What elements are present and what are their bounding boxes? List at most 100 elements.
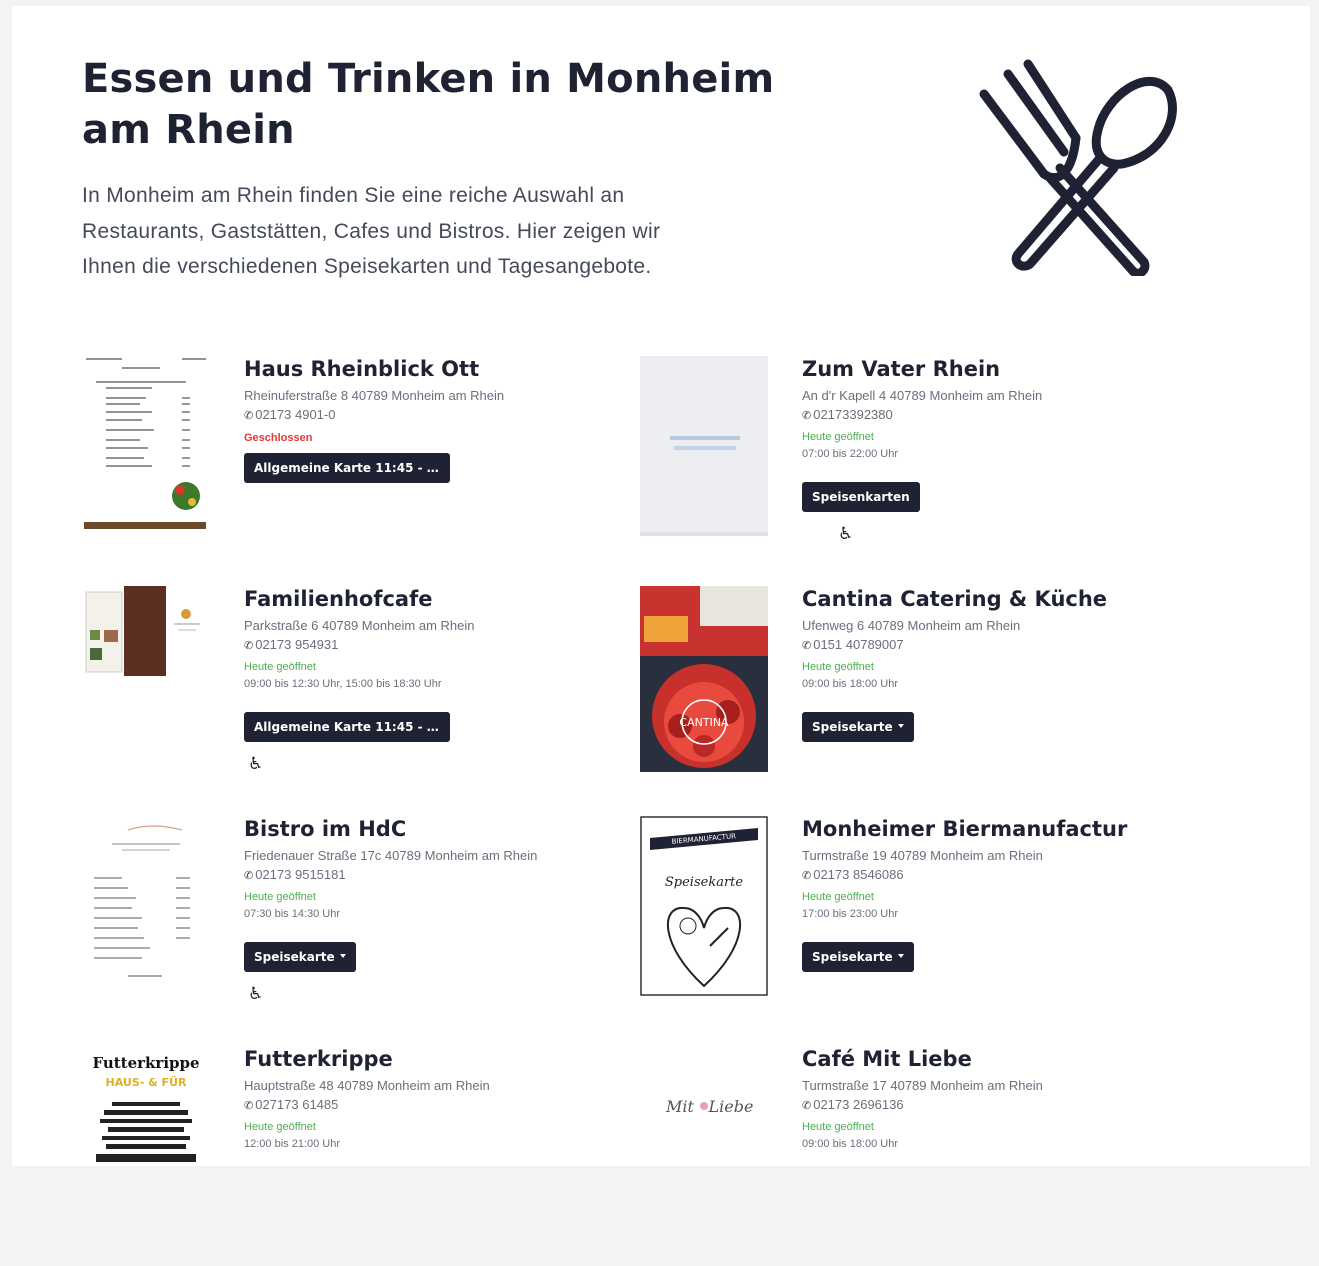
restaurant-name[interactable]: Familienhofcafe [244,586,624,612]
chevron-down-icon [897,724,904,728]
page: Essen und Trinken in Monheim am Rhein In… [12,6,1310,1166]
restaurant-name[interactable]: Café Mit Liebe [802,1046,1182,1072]
menu-dropdown-label: Speisekarte [812,950,893,964]
restaurant-name[interactable]: Cantina Catering & Küche [802,586,1182,612]
wheelchair-icon: ♿ [248,984,264,1004]
opening-hours: 07:30 bis 14:30 Uhr [244,908,341,920]
restaurant-card: Familienhofcafe Parkstraße 6 40789 Monhe… [82,586,622,806]
menu-thumbnail[interactable] [82,586,210,766]
restaurant-card: Futterkrippe HAUS- & FÜR Futterkrippe Ha… [82,1046,622,1266]
restaurant-phone[interactable]: ✆ 02173392380 [802,405,1182,426]
menu-dropdown-button[interactable]: Speisekarte [244,942,356,972]
restaurant-phone[interactable]: ✆ 02173 4901-0 [244,405,624,426]
menu-dropdown-button[interactable]: Speisekarte [802,712,914,742]
restaurant-name[interactable]: Haus Rheinblick Ott [244,356,624,382]
status-open: Heute geöffnet [244,1121,316,1133]
thumb-sub-text: HAUS- & FÜR [106,1075,187,1089]
menu-thumbnail[interactable]: Mit Liebe [640,1046,768,1166]
menu-dropdown-label: Speisekarte [254,950,335,964]
restaurant-phone[interactable]: ✆ 02173 2696136 [802,1095,1182,1116]
menu-button[interactable]: Speisenkarten [802,482,920,512]
phone-number: 02173 954931 [255,637,339,652]
thumb-title-text: Futterkrippe [92,1054,199,1072]
opening-hours: 09:00 bis 12:30 Uhr, 15:00 bis 18:30 Uhr [244,678,442,690]
menu-thumbnail[interactable]: CANTINA [640,586,768,772]
restaurant-address: Parkstraße 6 40789 Monheim am Rhein [244,618,475,633]
phone-icon: ✆ [802,1100,812,1112]
opening-hours: 17:00 bis 23:00 Uhr [802,908,899,920]
status-open: Heute geöffnet [802,1121,874,1133]
restaurant-card: Haus Rheinblick Ott Rheinuferstraße 8 40… [82,356,622,576]
menu-thumbnail[interactable] [640,356,768,536]
intro-line-1: In Monheim am Rhein finden Sie eine reic… [82,184,625,207]
menu-thumbnail[interactable] [82,356,210,536]
opening-hours: 07:00 bis 22:00 Uhr [802,448,899,460]
wheelchair-icon: ♿ [838,524,854,544]
phone-icon: ✆ [244,410,254,422]
phone-icon: ✆ [244,870,254,882]
restaurant-card: Mit Liebe Café Mit Liebe Turmstraße 17 4… [640,1046,1180,1266]
status-closed: Geschlossen [244,432,313,444]
fork-spoon-icon [979,59,1177,276]
restaurant-address: Ufenweg 6 40789 Monheim am Rhein [802,618,1021,633]
intro-line-2: Restaurants, Gaststätten, Cafes und Bist… [82,219,661,243]
menu-button[interactable]: Allgemeine Karte 11:45 - 14... [244,453,450,483]
restaurant-address: Turmstraße 17 40789 Monheim am Rhein [802,1078,1043,1093]
restaurant-phone[interactable]: ✆ 02173 8546086 [802,865,1182,886]
restaurant-name[interactable]: Bistro im HdC [244,816,624,842]
restaurant-address: Rheinuferstraße 8 40789 Monheim am Rhein [244,388,505,403]
phone-icon: ✆ [244,1100,254,1112]
menu-button[interactable]: Allgemeine Karte 11:45 - 14... [244,712,450,742]
phone-icon: ✆ [244,640,254,652]
restaurant-address: An d'r Kapell 4 40789 Monheim am Rhein [802,388,1043,403]
phone-icon: ✆ [802,410,812,422]
restaurant-address: Hauptstraße 48 40789 Monheim am Rhein [244,1078,490,1093]
restaurant-address: Friedenauer Straße 17c 40789 Monheim am … [244,848,538,863]
menu-thumbnail[interactable] [82,816,210,996]
phone-number: 02173392380 [813,407,893,422]
page-title-line-1: Essen und Trinken in Monheim [82,56,775,102]
status-open: Heute geöffnet [802,891,874,903]
restaurant-card: Bistro im HdC Friedenauer Straße 17c 407… [82,816,622,1036]
menu-thumbnail[interactable]: Futterkrippe HAUS- & FÜR [82,1046,210,1166]
page-title-line-2: am Rhein [82,107,295,153]
status-open: Heute geöffnet [802,661,874,673]
menu-dropdown-button[interactable]: Speisekarte [802,942,914,972]
status-open: Heute geöffnet [244,891,316,903]
opening-hours: 12:00 bis 21:00 Uhr [244,1138,341,1150]
menu-dropdown-label: Speisekarte [812,720,893,734]
restaurant-name[interactable]: Futterkrippe [244,1046,624,1072]
thumb-mit-text: Mit [665,1097,695,1116]
thumb-liebe-text: Liebe [708,1097,754,1116]
restaurant-phone[interactable]: ✆ 02173 9515181 [244,865,624,886]
thumb-speisekarte-text: Speisekarte [665,875,744,890]
page-title: Essen und Trinken in Monheim am Rhein [82,54,842,156]
phone-number: 027173 61485 [255,1097,339,1112]
restaurant-card: Zum Vater Rhein An d'r Kapell 4 40789 Mo… [640,356,1180,576]
restaurant-phone[interactable]: ✆ 027173 61485 [244,1095,624,1116]
restaurant-name[interactable]: Zum Vater Rhein [802,356,1182,382]
intro-line-3: Ihnen die verschiedenen Speisekarten und… [82,255,652,278]
chevron-down-icon [897,954,904,958]
opening-hours: 09:00 bis 18:00 Uhr [802,1138,899,1150]
phone-icon: ✆ [802,640,812,652]
restaurant-phone[interactable]: ✆ 02173 954931 [244,635,624,656]
status-open: Heute geöffnet [802,431,874,443]
menu-thumbnail[interactable]: BIERMANUFACTUR Speisekarte [640,816,768,996]
phone-number: 02173 4901-0 [255,407,336,422]
phone-number: 02173 9515181 [255,867,346,882]
phone-number: 02173 8546086 [813,867,904,882]
restaurant-phone[interactable]: ✆ 0151 40789007 [802,635,1182,656]
restaurant-address: Turmstraße 19 40789 Monheim am Rhein [802,848,1043,863]
restaurant-name[interactable]: Monheimer Biermanufactur [802,816,1182,842]
thumb-cantina-text: CANTINA [679,716,729,729]
phone-number: 02173 2696136 [813,1097,904,1112]
opening-hours: 09:00 bis 18:00 Uhr [802,678,899,690]
status-open: Heute geöffnet [244,661,316,673]
restaurant-card: BIERMANUFACTUR Speisekarte Monheimer Bie… [640,816,1180,1036]
phone-icon: ✆ [802,870,812,882]
chevron-down-icon [339,954,346,958]
phone-number: 0151 40789007 [813,637,904,652]
restaurant-card: CANTINA Cantina Catering & Küche Ufenweg… [640,586,1180,806]
wheelchair-icon: ♿ [248,754,264,774]
